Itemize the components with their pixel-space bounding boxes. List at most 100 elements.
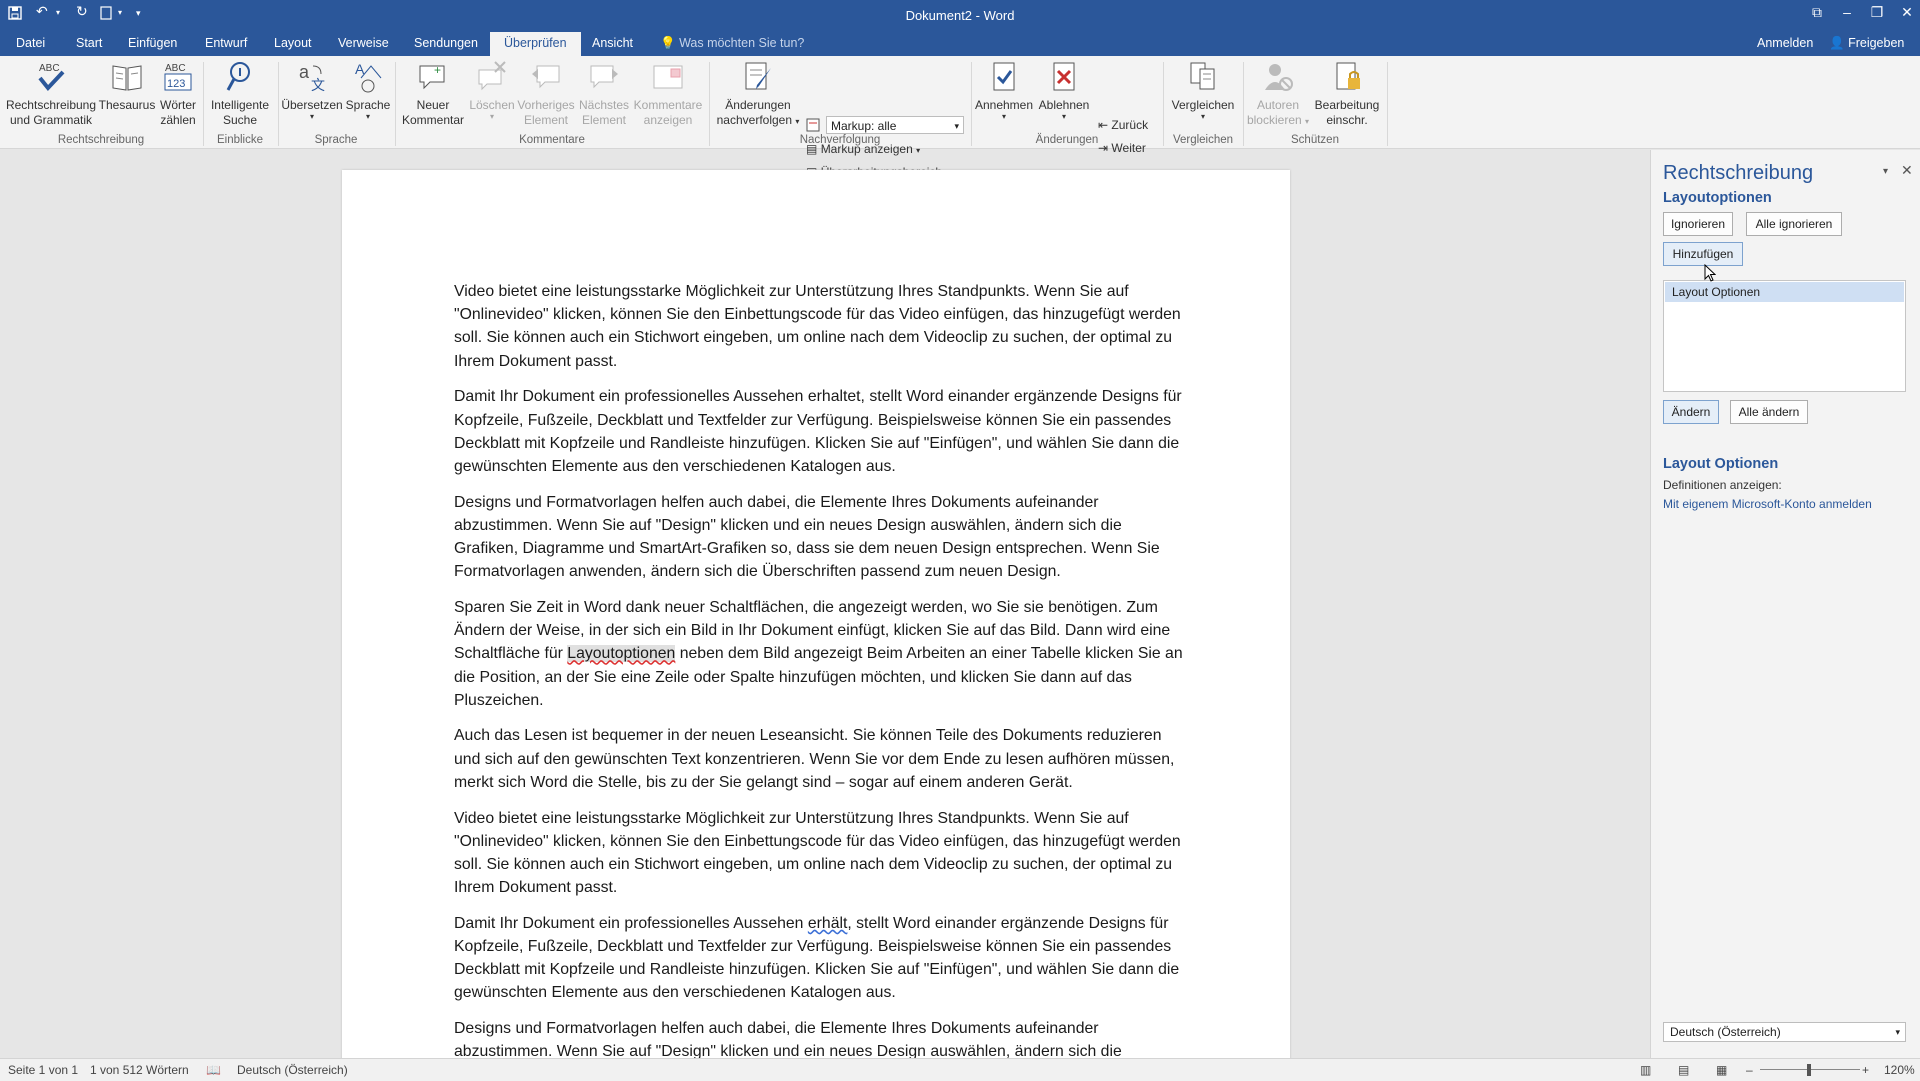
signin-link[interactable]: Anmelden — [1757, 36, 1813, 50]
suggestion-item[interactable]: Layout Optionen — [1665, 282, 1904, 302]
block-authors-button[interactable]: Autoren blockieren ▾ — [1246, 60, 1310, 129]
tab-ueberpruefen[interactable]: Überprüfen — [490, 32, 581, 56]
group-proofing-label: Rechtschreibung — [57, 134, 145, 146]
page-count[interactable]: Seite 1 von 1 — [8, 1063, 78, 1077]
zoom-slider-thumb[interactable] — [1807, 1064, 1811, 1076]
svg-text:a: a — [299, 62, 310, 82]
change-all-button[interactable]: Alle ändern — [1730, 400, 1808, 424]
zoom-in-icon[interactable]: + — [1862, 1063, 1869, 1077]
change-button[interactable]: Ändern — [1663, 400, 1719, 424]
proofing-status-icon[interactable]: 📖 — [206, 1063, 221, 1077]
print-layout-icon[interactable]: ▤ — [1678, 1063, 1689, 1077]
tab-datei[interactable]: Datei — [16, 36, 45, 50]
next-comment-label: Nächstes Element — [578, 98, 630, 127]
minimize-icon[interactable]: – — [1832, 4, 1862, 20]
status-language[interactable]: Deutsch (Österreich) — [237, 1063, 348, 1077]
add-button[interactable]: Hinzufügen — [1663, 242, 1743, 266]
definition-label: Definitionen anzeigen: — [1663, 478, 1782, 492]
tell-me-search[interactable]: 💡 Was möchten Sie tun? — [660, 36, 804, 51]
tab-start[interactable]: Start — [76, 36, 102, 50]
previous-change-button[interactable]: ⇤ Zurück — [1098, 118, 1148, 132]
chevron-down-icon: ▾ — [1305, 117, 1310, 126]
chevron-down-icon: ▾ — [1895, 1027, 1900, 1037]
spelling-grammar-button[interactable]: ABC Rechtschreibung und Grammatik — [4, 60, 98, 128]
compare-button[interactable]: Vergleichen ▾ — [1166, 60, 1240, 121]
ignore-all-button[interactable]: Alle ignorieren — [1746, 212, 1842, 236]
chevron-down-icon: ▾ — [1200, 112, 1205, 121]
show-comments-label: Kommentare anzeigen — [633, 98, 703, 127]
grammar-error-word[interactable]: erhält — [808, 915, 848, 932]
accept-icon — [974, 60, 1034, 94]
ignore-button[interactable]: Ignorieren — [1663, 212, 1733, 236]
previous-change-icon: ⇤ — [1098, 118, 1109, 132]
translate-label: Übersetzen — [281, 98, 343, 112]
word-count[interactable]: 1 von 512 Wörtern — [90, 1063, 189, 1077]
web-layout-icon[interactable]: ▦ — [1716, 1063, 1727, 1077]
group-insights-label: Einblicke — [216, 134, 264, 146]
svg-text:ABC: ABC — [165, 63, 186, 74]
chevron-down-icon: ▾ — [365, 112, 370, 121]
title-bar: ↶ ▾ ↻ ▾ ▾ Dokument2 - Word ⧉ – ❐ ✕ — [0, 0, 1920, 32]
translate-button[interactable]: a文 Übersetzen ▾ — [280, 60, 344, 121]
previous-comment-button[interactable]: Vorheriges Element — [516, 60, 576, 128]
svg-text:文: 文 — [311, 77, 325, 93]
signin-link[interactable]: Mit eigenem Microsoft-Konto anmelden — [1663, 497, 1872, 511]
document-page[interactable]: Video bietet eine leistungsstarke Möglic… — [342, 170, 1290, 1060]
share-label: Freigeben — [1848, 36, 1905, 50]
reject-button[interactable]: Ablehnen ▾ — [1034, 60, 1094, 121]
thesaurus-label: Thesaurus — [98, 98, 156, 112]
spellcheck-icon: ABC — [4, 60, 98, 94]
new-comment-label: Neuer Kommentar — [401, 98, 465, 127]
tab-layout[interactable]: Layout — [274, 36, 312, 50]
tab-sendungen[interactable]: Sendungen — [414, 36, 478, 50]
previous-comment-label: Vorheriges Element — [517, 98, 575, 127]
mouse-cursor-icon — [1704, 263, 1717, 285]
block-authors-label: Autoren blockieren — [1246, 98, 1302, 127]
tab-ansicht[interactable]: Ansicht — [592, 36, 633, 50]
misspelled-word: Layoutoptionen — [1663, 190, 1772, 206]
zoom-out-icon[interactable]: – — [1746, 1063, 1753, 1077]
restrict-editing-button[interactable]: Bearbeitung einschr. — [1310, 60, 1384, 128]
svg-text:+: + — [434, 63, 441, 77]
pane-options-icon[interactable]: ▾ — [1883, 166, 1888, 177]
ribbon-display-icon[interactable]: ⧉ — [1802, 4, 1832, 21]
tab-entwurf[interactable]: Entwurf — [205, 36, 247, 50]
group-compare-label: Vergleichen — [1172, 134, 1234, 146]
pane-close-icon[interactable]: ✕ — [1901, 162, 1913, 179]
language-button[interactable]: A Sprache ▾ — [344, 60, 392, 121]
word-count-icon: ABC 123 — [156, 60, 200, 94]
new-comment-button[interactable]: + Neuer Kommentar — [398, 60, 468, 128]
track-changes-button[interactable]: Änderungen nachverfolgen ▾ — [712, 60, 804, 129]
block-authors-icon — [1246, 60, 1310, 94]
show-comments-button[interactable]: Kommentare anzeigen — [632, 60, 704, 128]
tab-einfuegen[interactable]: Einfügen — [128, 36, 177, 50]
markup-type-icon — [806, 118, 820, 135]
zoom-level[interactable]: 120% — [1884, 1063, 1915, 1077]
next-comment-button[interactable]: Nächstes Element — [576, 60, 632, 128]
thesaurus-button[interactable]: Thesaurus — [98, 60, 156, 113]
markup-select[interactable]: Markup: alle ▾ — [826, 116, 964, 134]
document-body[interactable]: Video bietet eine leistungsstarke Möglic… — [454, 280, 1184, 1060]
suggestions-list[interactable]: Layout Optionen — [1663, 280, 1906, 392]
spelling-error-word[interactable]: Layoutoptionen — [567, 645, 676, 663]
ribbon: ABC Rechtschreibung und Grammatik Thesau… — [0, 56, 1920, 201]
close-icon[interactable]: ✕ — [1892, 4, 1920, 21]
restore-icon[interactable]: ❐ — [1862, 4, 1892, 21]
word-count-button[interactable]: ABC 123 Wörter zählen — [156, 60, 200, 128]
tab-verweise[interactable]: Verweise — [338, 36, 389, 50]
lightbulb-icon: 💡 — [660, 36, 676, 50]
language-value: Deutsch (Österreich) — [1670, 1025, 1781, 1039]
share-button[interactable]: 👤 Freigeben — [1829, 36, 1904, 51]
accept-button[interactable]: Annehmen ▾ — [974, 60, 1034, 121]
track-changes-label: Änderungen nachverfolgen — [716, 98, 793, 127]
chevron-down-icon: ▾ — [1001, 112, 1006, 121]
delete-comment-button[interactable]: Löschen ▾ — [468, 60, 516, 121]
smart-lookup-label: Intelligente Suche — [210, 98, 270, 127]
delete-comment-icon — [468, 60, 516, 94]
language-label: Sprache — [345, 98, 391, 112]
read-mode-icon[interactable]: ▥ — [1640, 1063, 1651, 1077]
book-icon — [98, 60, 156, 94]
language-select[interactable]: Deutsch (Österreich) ▾ — [1663, 1022, 1906, 1042]
smart-lookup-button[interactable]: Intelligente Suche — [206, 60, 274, 128]
paragraph: Designs und Formatvorlagen helfen auch d… — [454, 493, 1160, 581]
